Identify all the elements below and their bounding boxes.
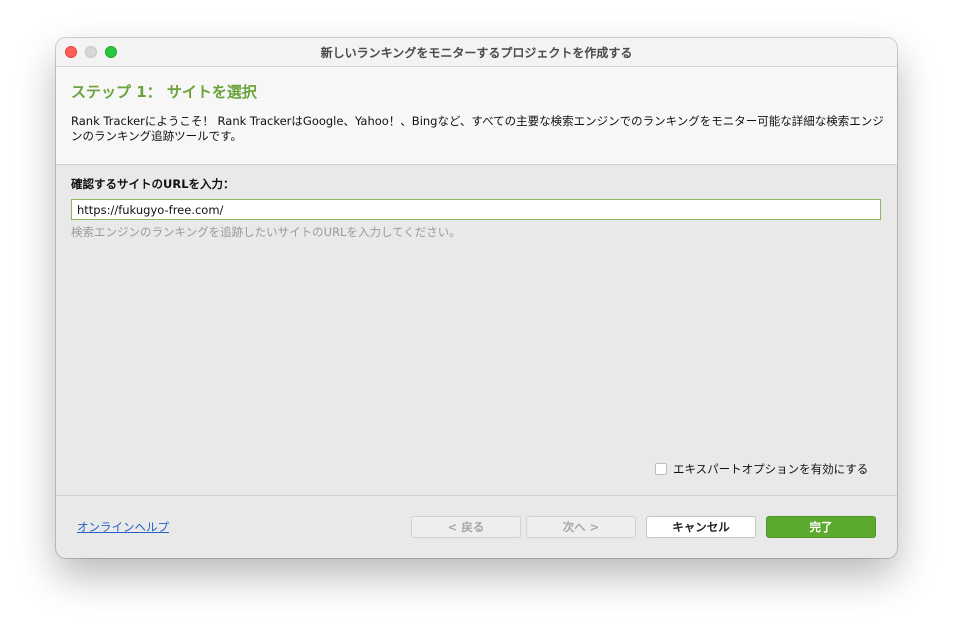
online-help-link[interactable]: オンラインヘルプ [77, 519, 169, 535]
step-description: Rank Trackerにようこそ！ Rank TrackerはGoogle、Y… [71, 114, 884, 143]
step-title: ステップ 1： サイトを選択 [71, 83, 257, 101]
window-title: 新しいランキングをモニターするプロジェクトを作成する [320, 46, 633, 60]
url-hint: 検索エンジンのランキングを追跡したいサイトのURLを入力してください。 [71, 225, 461, 239]
finish-button[interactable]: 完了 [766, 516, 876, 538]
title-bar: 新しいランキングをモニターするプロジェクトを作成する [56, 38, 897, 67]
checkbox-box[interactable] [655, 463, 667, 475]
expert-option-checkbox[interactable]: エキスパートオプションを有効にする [655, 461, 868, 477]
next-button[interactable]: 次へ > [526, 516, 636, 538]
back-button[interactable]: < 戻る [411, 516, 521, 538]
footer-divider [56, 495, 897, 496]
expert-option-label: エキスパートオプションを有効にする [673, 462, 869, 476]
dialog-window: 新しいランキングをモニターするプロジェクトを作成する ステップ 1： サイトを選… [56, 38, 897, 558]
url-input[interactable] [71, 199, 881, 220]
cancel-button[interactable]: キャンセル [646, 516, 756, 538]
url-label: 確認するサイトのURLを入力： [71, 177, 235, 191]
wizard-header: ステップ 1： サイトを選択 Rank Trackerにようこそ！ Rank T… [56, 67, 897, 165]
